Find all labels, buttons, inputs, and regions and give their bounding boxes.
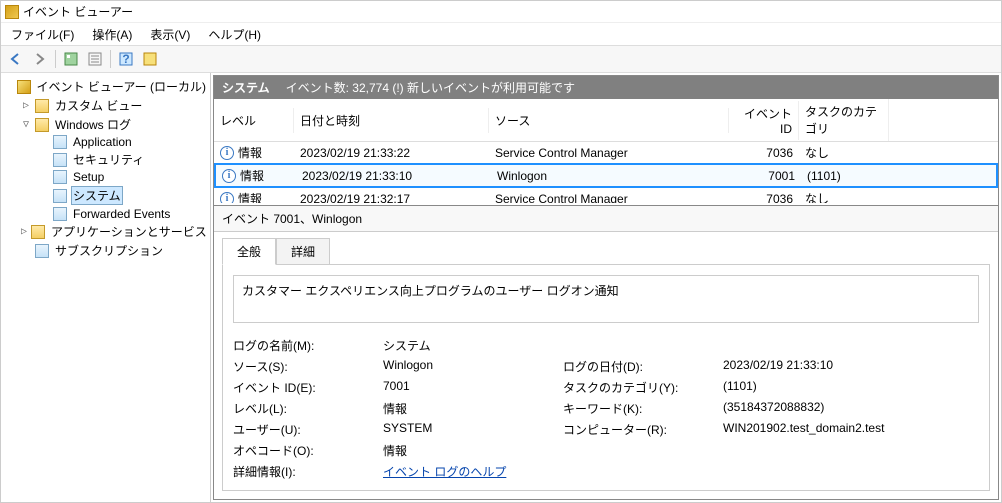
refresh-button[interactable] [139,48,161,70]
event-row[interactable]: i情報 2023/02/19 21:32:17 Service Control … [214,188,998,203]
label-logname: ログの名前(M): [233,337,383,354]
log-icon [53,189,67,203]
tree-root[interactable]: イベント ビューアー (ローカル) [3,77,208,96]
tree-subscriptions[interactable]: サブスクリプション [3,241,208,260]
detail-tabs: 全般 詳細 [214,232,998,265]
titlebar: イベント ビューアー [1,1,1001,23]
menu-file[interactable]: ファイル(F) [3,24,82,45]
back-button[interactable] [5,48,27,70]
info-icon: i [220,146,234,160]
label-moreinfo: 詳細情報(I): [233,463,383,480]
event-log-help-link[interactable]: イベント ログのヘルプ [383,465,506,479]
label-opcode: オペコード(O): [233,442,383,459]
forward-button[interactable] [29,48,51,70]
properties-button[interactable] [84,48,106,70]
tree-custom-views[interactable]: ▷カスタム ビュー [3,96,208,115]
log-name: システム [222,79,270,96]
app-icon [5,5,19,19]
value-logname: システム [383,337,563,354]
log-icon [53,135,67,149]
log-icon [53,153,67,167]
tree-pane[interactable]: イベント ビューアー (ローカル) ▷カスタム ビュー ▽Windows ログ … [1,73,211,502]
folder-icon [35,118,49,132]
event-row[interactable]: i情報 2023/02/19 21:33:10 Winlogon 7001 (1… [214,163,998,188]
value-computer: WIN201902.test_domain2.test [723,421,979,438]
log-icon [53,170,67,184]
label-computer: コンピューター(R): [563,421,723,438]
toolbar-separator [55,50,56,68]
col-eventid[interactable]: イベント ID [729,101,799,140]
event-description: カスタマー エクスペリエンス向上プログラムのユーザー ログオン通知 [233,275,979,323]
value-eventid: 7001 [383,379,563,396]
value-opcode: 情報 [383,442,563,459]
col-source[interactable]: ソース [489,108,729,133]
subscription-icon [35,244,49,258]
event-properties: ログの名前(M): システム ソース(S): Winlogon ログの日付(D)… [233,337,979,480]
label-eventid: イベント ID(E): [233,379,383,396]
value-keywords: (35184372088832) [723,400,979,417]
toolbar: ? [1,45,1001,73]
tree-forwarded[interactable]: Forwarded Events [3,206,208,222]
label-keywords: キーワード(K): [563,400,723,417]
event-viewer-window: イベント ビューアー ファイル(F) 操作(A) 表示(V) ヘルプ(H) ? … [0,0,1002,503]
info-icon: i [222,169,236,183]
tab-details[interactable]: 詳細 [276,238,330,265]
tree-setup[interactable]: Setup [3,169,208,185]
tab-general[interactable]: 全般 [222,238,276,265]
tree-security[interactable]: セキュリティ [3,150,208,169]
label-user: ユーザー(U): [233,421,383,438]
menu-help[interactable]: ヘルプ(H) [200,24,269,45]
show-tree-button[interactable] [60,48,82,70]
right-pane: システム イベント数: 32,774 (!) 新しいイベントが利用可能です レベ… [213,75,999,500]
value-user: SYSTEM [383,421,563,438]
help-button[interactable]: ? [115,48,137,70]
folder-icon [31,225,45,239]
label-logged: ログの日付(D): [563,358,723,375]
tree-windows-logs[interactable]: ▽Windows ログ [3,115,208,134]
col-level[interactable]: レベル [214,108,294,133]
tree-system[interactable]: システム [3,185,208,206]
general-tab-body: カスタマー エクスペリエンス向上プログラムのユーザー ログオン通知 ログの名前(… [222,264,990,491]
toolbar-separator [110,50,111,68]
value-logged: 2023/02/19 21:33:10 [723,358,979,375]
detail-pane: イベント 7001、Winlogon 全般 詳細 カスタマー エクスペリエンス向… [214,205,998,499]
tree-app-services[interactable]: ▷アプリケーションとサービス ログ [3,222,208,241]
detail-header: イベント 7001、Winlogon [214,206,998,232]
log-banner: システム イベント数: 32,774 (!) 新しいイベントが利用可能です [214,76,998,99]
label-level: レベル(L): [233,400,383,417]
value-source: Winlogon [383,358,563,375]
folder-icon [35,99,49,113]
col-category[interactable]: タスクのカテゴリ [799,99,889,141]
grid-header: レベル 日付と時刻 ソース イベント ID タスクのカテゴリ [214,99,998,142]
value-taskcat: (1101) [723,379,979,396]
col-datetime[interactable]: 日付と時刻 [294,108,489,133]
event-grid[interactable]: レベル 日付と時刻 ソース イベント ID タスクのカテゴリ i情報 2023/… [214,99,998,203]
value-level: 情報 [383,400,563,417]
eventviewer-icon [17,80,31,94]
menu-view[interactable]: 表示(V) [142,24,198,45]
event-row[interactable]: i情報 2023/02/19 21:33:22 Service Control … [214,142,998,163]
menubar: ファイル(F) 操作(A) 表示(V) ヘルプ(H) [1,23,1001,45]
menu-action[interactable]: 操作(A) [84,24,140,45]
label-source: ソース(S): [233,358,383,375]
label-taskcat: タスクのカテゴリ(Y): [563,379,723,396]
tree-application[interactable]: Application [3,134,208,150]
event-count: イベント数: 32,774 (!) 新しいイベントが利用可能です [286,79,575,96]
info-icon: i [220,192,234,204]
window-title: イベント ビューアー [23,3,133,20]
log-icon [53,207,67,221]
content-area: イベント ビューアー (ローカル) ▷カスタム ビュー ▽Windows ログ … [1,73,1001,502]
svg-text:?: ? [122,52,129,66]
